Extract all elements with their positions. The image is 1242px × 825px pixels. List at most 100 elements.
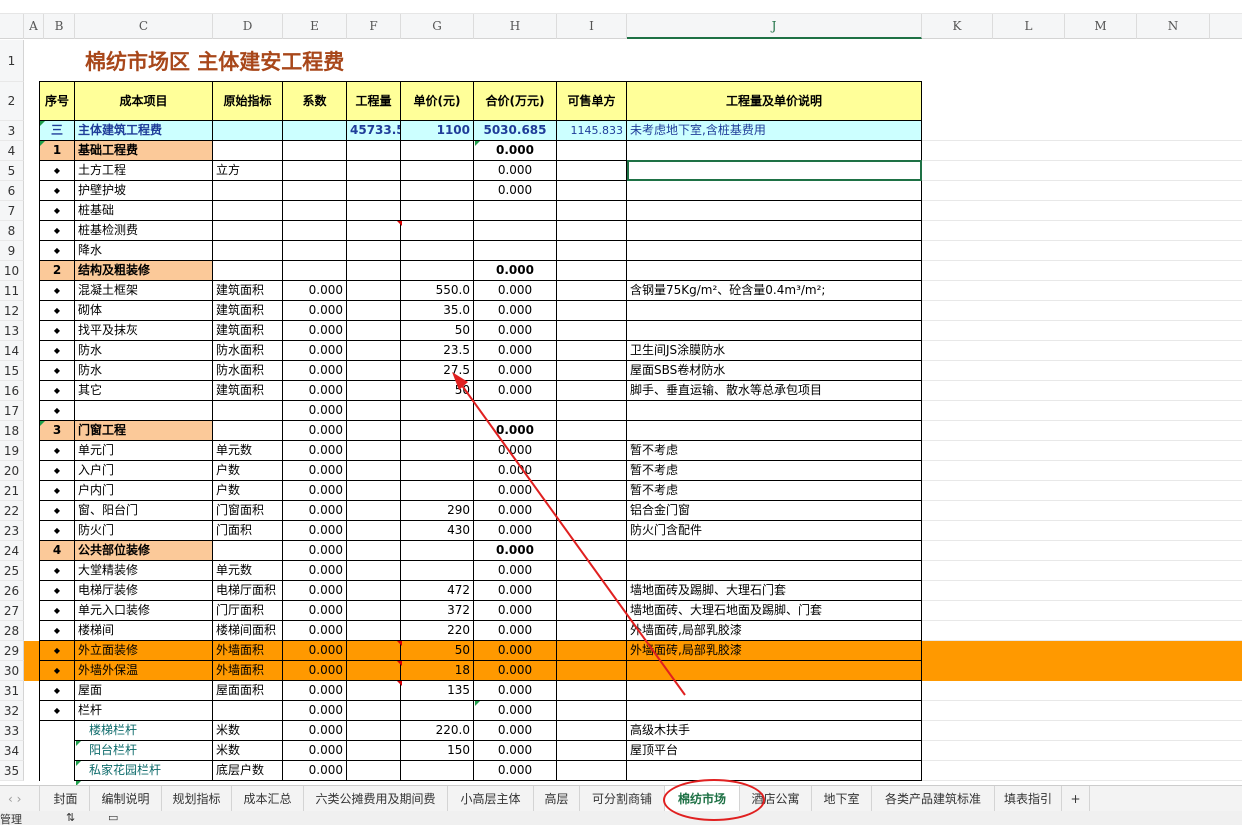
indicator-cell[interactable] bbox=[213, 121, 283, 141]
note-cell[interactable]: 外墙面砖,局部乳胶漆 bbox=[627, 621, 922, 641]
unit-cell[interactable] bbox=[557, 541, 627, 561]
status-manage-label[interactable]: 管理 bbox=[0, 811, 22, 825]
price-cell[interactable]: 550.0 bbox=[401, 281, 474, 301]
note-cell[interactable]: 墙地面砖、大理石地面及踢脚、门套 bbox=[627, 601, 922, 621]
unit-cell[interactable] bbox=[557, 161, 627, 181]
select-all-corner[interactable] bbox=[0, 14, 24, 39]
seq-cell[interactable]: ◆ bbox=[39, 321, 75, 341]
price-cell[interactable]: 50 bbox=[401, 321, 474, 341]
coef-cell[interactable] bbox=[283, 141, 347, 161]
header-ind[interactable]: 原始指标 bbox=[213, 81, 283, 121]
total-cell[interactable]: 0.000 bbox=[474, 521, 557, 541]
indicator-cell[interactable]: 建筑面积 bbox=[213, 381, 283, 401]
price-cell[interactable] bbox=[401, 461, 474, 481]
note-cell[interactable]: 暂不考虑 bbox=[627, 461, 922, 481]
unit-cell[interactable] bbox=[557, 761, 627, 781]
total-cell[interactable]: 0.000 bbox=[474, 161, 557, 181]
seq-cell[interactable]: ◆ bbox=[39, 341, 75, 361]
row-header-9[interactable]: 9 bbox=[0, 241, 24, 261]
row-header-12[interactable]: 12 bbox=[0, 301, 24, 321]
column-header-F[interactable]: F bbox=[347, 14, 401, 39]
item-cell[interactable]: 外墙外保温 bbox=[75, 661, 213, 681]
unit-cell[interactable] bbox=[557, 301, 627, 321]
total-cell[interactable]: 0.000 bbox=[474, 441, 557, 461]
header-total[interactable]: 合价(万元) bbox=[474, 81, 557, 121]
seq-cell[interactable]: ◆ bbox=[39, 481, 75, 501]
row-header-11[interactable]: 11 bbox=[0, 281, 24, 301]
sheet-tab[interactable]: 编制说明 bbox=[90, 786, 162, 812]
note-cell[interactable] bbox=[627, 701, 922, 721]
indicator-cell[interactable] bbox=[213, 141, 283, 161]
unit-cell[interactable] bbox=[557, 741, 627, 761]
coef-cell[interactable]: 0.000 bbox=[283, 661, 347, 681]
row-header-22[interactable]: 22 bbox=[0, 501, 24, 521]
coef-cell[interactable]: 0.000 bbox=[283, 761, 347, 781]
qty-cell[interactable] bbox=[347, 161, 401, 181]
indicator-cell[interactable]: 建筑面积 bbox=[213, 281, 283, 301]
coef-cell[interactable]: 0.000 bbox=[283, 601, 347, 621]
unit-cell[interactable] bbox=[557, 201, 627, 221]
note-cell[interactable] bbox=[627, 761, 922, 781]
unit-cell[interactable] bbox=[557, 441, 627, 461]
unit-cell[interactable] bbox=[557, 341, 627, 361]
price-cell[interactable] bbox=[401, 481, 474, 501]
price-cell[interactable]: 135 bbox=[401, 681, 474, 701]
indicator-cell[interactable]: 底层户数 bbox=[213, 761, 283, 781]
note-cell[interactable] bbox=[627, 181, 922, 201]
coef-cell[interactable] bbox=[283, 201, 347, 221]
coef-cell[interactable] bbox=[283, 241, 347, 261]
qty-cell[interactable] bbox=[347, 541, 401, 561]
indicator-cell[interactable]: 门窗面积 bbox=[213, 501, 283, 521]
coef-cell[interactable]: 0.000 bbox=[283, 741, 347, 761]
qty-cell[interactable] bbox=[347, 441, 401, 461]
price-cell[interactable]: 430 bbox=[401, 521, 474, 541]
column-header-B[interactable]: B bbox=[44, 14, 75, 39]
note-cell[interactable]: 屋面SBS卷材防水 bbox=[627, 361, 922, 381]
indicator-cell[interactable]: 防水面积 bbox=[213, 361, 283, 381]
seq-cell[interactable]: ◆ bbox=[39, 601, 75, 621]
item-cell[interactable]: 混凝土框架 bbox=[75, 281, 213, 301]
qty-cell[interactable] bbox=[347, 321, 401, 341]
item-cell[interactable]: 其它 bbox=[75, 381, 213, 401]
note-cell[interactable]: 暂不考虑 bbox=[627, 481, 922, 501]
item-cell[interactable]: 大堂精装修 bbox=[75, 561, 213, 581]
note-cell[interactable] bbox=[627, 401, 922, 421]
sheet-tab[interactable]: 地下室 bbox=[812, 786, 872, 812]
row-header-29[interactable]: 29 bbox=[0, 641, 24, 661]
indicator-cell[interactable] bbox=[213, 181, 283, 201]
price-cell[interactable]: 50 bbox=[401, 641, 474, 661]
unit-cell[interactable] bbox=[557, 401, 627, 421]
indicator-cell[interactable]: 立方 bbox=[213, 161, 283, 181]
note-cell[interactable] bbox=[627, 421, 922, 441]
item-cell[interactable]: 单元入口装修 bbox=[75, 601, 213, 621]
item-cell[interactable]: 防火门 bbox=[75, 521, 213, 541]
total-cell[interactable]: 0.000 bbox=[474, 181, 557, 201]
indicator-cell[interactable] bbox=[213, 201, 283, 221]
coef-cell[interactable]: 0.000 bbox=[283, 381, 347, 401]
total-cell[interactable]: 0.000 bbox=[474, 141, 557, 161]
unit-cell[interactable] bbox=[557, 501, 627, 521]
item-cell[interactable]: 单元门 bbox=[75, 441, 213, 461]
qty-cell[interactable] bbox=[347, 381, 401, 401]
note-cell[interactable]: 高级木扶手 bbox=[627, 721, 922, 741]
note-cell[interactable]: 铝合金门窗 bbox=[627, 501, 922, 521]
qty-cell[interactable] bbox=[347, 261, 401, 281]
coef-cell[interactable]: 0.000 bbox=[283, 581, 347, 601]
item-cell[interactable]: 私家花园栏杆 bbox=[75, 761, 213, 781]
item-cell[interactable]: 门窗工程 bbox=[75, 421, 213, 441]
indicator-cell[interactable]: 屋面面积 bbox=[213, 681, 283, 701]
indicator-cell[interactable]: 建筑面积 bbox=[213, 301, 283, 321]
seq-cell[interactable] bbox=[39, 741, 75, 761]
seq-cell[interactable]: ◆ bbox=[39, 381, 75, 401]
seq-cell[interactable]: ◆ bbox=[39, 161, 75, 181]
seq-cell[interactable]: ◆ bbox=[39, 521, 75, 541]
note-cell[interactable] bbox=[627, 241, 922, 261]
total-cell[interactable]: 0.000 bbox=[474, 461, 557, 481]
unit-cell[interactable] bbox=[557, 701, 627, 721]
qty-cell[interactable] bbox=[347, 401, 401, 421]
price-cell[interactable]: 35.0 bbox=[401, 301, 474, 321]
row-header-25[interactable]: 25 bbox=[0, 561, 24, 581]
row-header-18[interactable]: 18 bbox=[0, 421, 24, 441]
item-cell[interactable] bbox=[75, 401, 213, 421]
total-cell[interactable]: 0.000 bbox=[474, 661, 557, 681]
